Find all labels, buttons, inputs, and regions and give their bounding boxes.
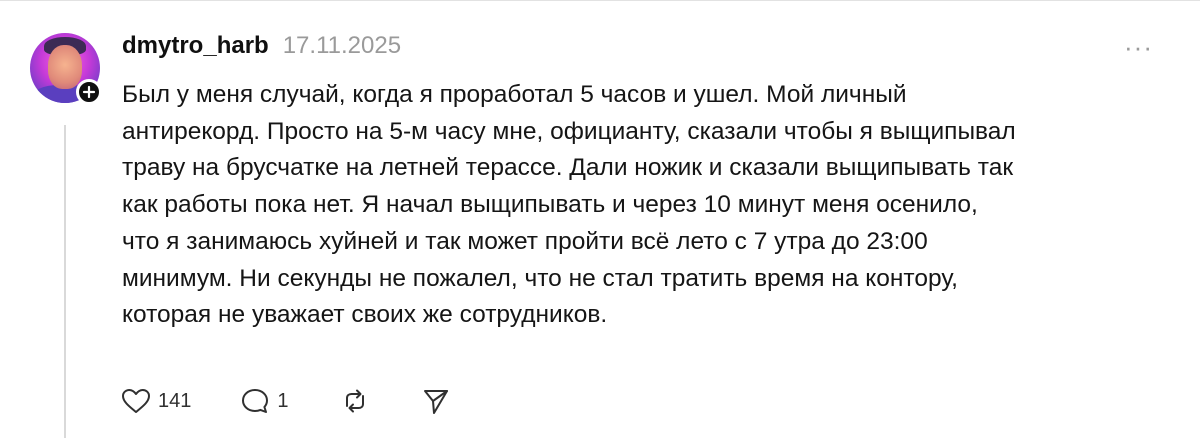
like-button[interactable]: 141 [120, 387, 191, 415]
threads-post: dmytro_harb 17.11.2025 ··· Был у меня сл… [0, 0, 1200, 438]
avatar-container[interactable] [30, 33, 102, 105]
more-icon[interactable]: ··· [1124, 34, 1153, 60]
action-bar: 141 1 [120, 385, 451, 417]
post-text: Был у меня случай, когда я проработал 5 … [122, 81, 1016, 329]
thread-line [64, 125, 66, 438]
post-header: dmytro_harb 17.11.2025 [122, 32, 401, 60]
repost-button[interactable] [339, 386, 371, 416]
heart-icon [122, 389, 150, 413]
comment-icon [242, 389, 269, 413]
share-icon [423, 390, 448, 414]
plus-icon [82, 85, 96, 99]
like-count: 141 [158, 389, 192, 412]
post-date[interactable]: 17.11.2025 [283, 32, 401, 60]
follow-button[interactable] [76, 79, 102, 105]
reply-count: 1 [277, 389, 289, 412]
share-button[interactable] [421, 386, 451, 416]
username[interactable]: dmytro_harb [122, 32, 269, 60]
reply-button[interactable]: 1 [239, 386, 289, 416]
repost-icon [345, 389, 364, 413]
